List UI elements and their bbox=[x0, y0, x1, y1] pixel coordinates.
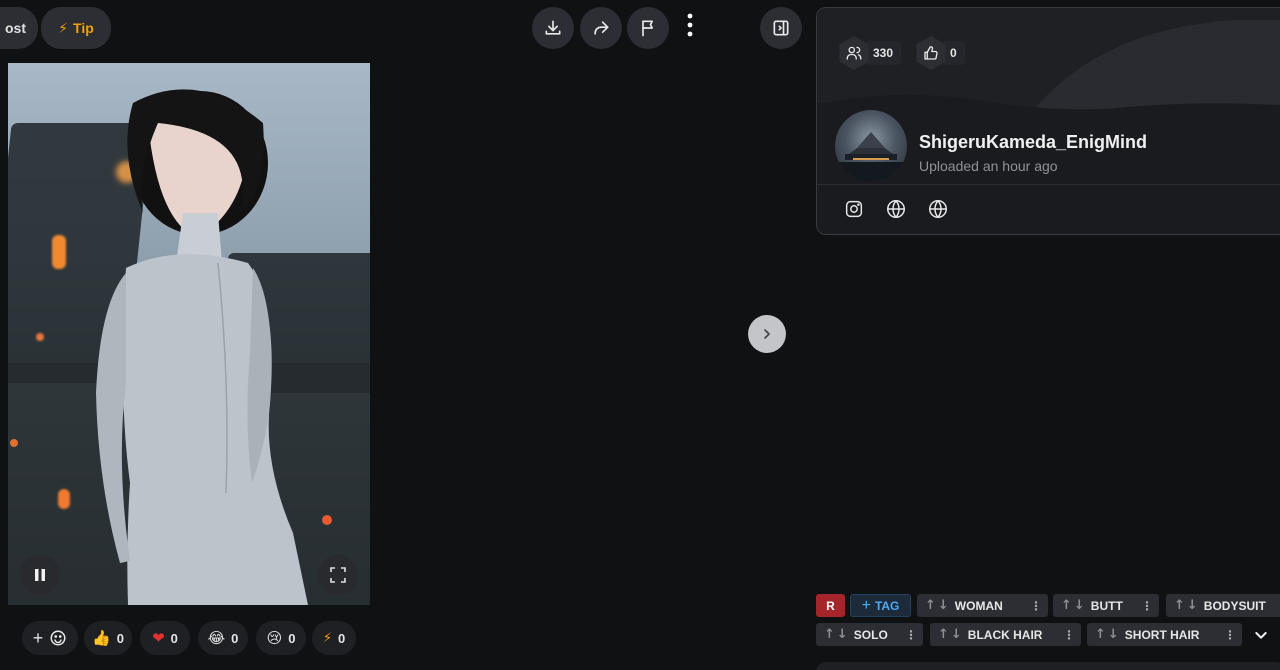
toggle-sidebar-button[interactable] bbox=[760, 7, 802, 49]
creator-username[interactable]: ShigeruKameda_EnigMind bbox=[919, 132, 1147, 153]
vote-arrows-icon[interactable]: ↑↓ bbox=[930, 627, 968, 642]
reaction-laugh[interactable]: 😂 0 bbox=[198, 621, 248, 655]
add-reaction-button[interactable]: + bbox=[22, 621, 78, 655]
pause-icon bbox=[35, 569, 45, 581]
like-count: 0 bbox=[116, 630, 124, 646]
post-label: ost bbox=[5, 20, 26, 36]
card-divider bbox=[817, 184, 1280, 185]
vote-arrows-icon[interactable]: ↑↓ bbox=[816, 627, 854, 642]
vote-arrows-icon[interactable]: ↑↓ bbox=[1087, 627, 1125, 642]
add-tag-button[interactable]: + TAG bbox=[850, 594, 911, 617]
flag-icon bbox=[642, 20, 653, 37]
vote-arrows-icon[interactable]: ↑↓ bbox=[1053, 598, 1091, 613]
tag-black-hair[interactable]: ↑↓ BLACK HAIR ⋮ bbox=[930, 623, 1081, 646]
avatar-image bbox=[835, 132, 907, 182]
laugh-count: 0 bbox=[231, 630, 239, 646]
upload-time: Uploaded an hour ago bbox=[919, 158, 1058, 174]
woman-figure bbox=[96, 89, 308, 605]
heart-count: 0 bbox=[170, 630, 178, 646]
tag-butt[interactable]: ↑↓ BUTT ⋮ bbox=[1053, 594, 1159, 617]
tag-menu-icon[interactable]: ⋮ bbox=[1057, 628, 1081, 642]
reaction-like[interactable]: 👍 0 bbox=[84, 621, 132, 655]
chevron-down-icon bbox=[1255, 632, 1267, 639]
heart-icon: ❤ bbox=[152, 628, 165, 647]
creator-card: 330 0 ShigeruKameda_EnigMind Uploaded an… bbox=[816, 7, 1280, 235]
chevron-right-icon bbox=[764, 329, 770, 339]
expand-tags-button[interactable] bbox=[1250, 624, 1272, 646]
post-image[interactable] bbox=[8, 63, 370, 605]
report-button[interactable] bbox=[627, 7, 669, 49]
instagram-icon bbox=[845, 200, 863, 218]
reaction-buzz[interactable]: ⚡ 0 bbox=[312, 621, 356, 655]
share-icon bbox=[594, 21, 609, 35]
tip-label: Tip bbox=[73, 20, 94, 36]
download-icon bbox=[545, 20, 561, 35]
post-button[interactable]: ost bbox=[0, 7, 38, 49]
fullscreen-icon bbox=[330, 567, 346, 583]
cry-count: 0 bbox=[288, 630, 296, 646]
fullscreen-button[interactable] bbox=[318, 555, 358, 595]
more-options-button[interactable] bbox=[680, 10, 700, 40]
tag-solo[interactable]: ↑↓ SOLO ⋮ bbox=[816, 623, 923, 646]
users-icon bbox=[846, 46, 862, 60]
sad-icon: 😢 bbox=[266, 628, 283, 647]
reaction-cry[interactable]: 😢 0 bbox=[256, 621, 306, 655]
tag-short-hair[interactable]: ↑↓ SHORT HAIR ⋮ bbox=[1087, 623, 1242, 646]
avatar[interactable] bbox=[835, 110, 907, 182]
share-button[interactable] bbox=[580, 7, 622, 49]
likes-stat[interactable]: 0 bbox=[914, 36, 965, 70]
reaction-heart[interactable]: ❤ 0 bbox=[140, 621, 190, 655]
bolt-icon: ⚡ bbox=[322, 630, 332, 646]
tag-menu-icon[interactable]: ⋮ bbox=[1135, 599, 1159, 613]
tip-button[interactable]: ⚡ Tip bbox=[41, 7, 111, 49]
website-link-2[interactable] bbox=[927, 198, 949, 225]
download-button[interactable] bbox=[532, 7, 574, 49]
tag-menu-icon[interactable]: ⋮ bbox=[899, 628, 923, 642]
rating-badge[interactable]: R bbox=[816, 594, 845, 617]
laugh-icon: 😂 bbox=[207, 628, 226, 647]
globe-icon bbox=[929, 200, 947, 218]
plus-icon: + bbox=[861, 596, 871, 614]
tag-menu-icon[interactable]: ⋮ bbox=[1218, 628, 1242, 642]
kebab-icon bbox=[687, 13, 693, 37]
tag-menu-icon[interactable]: ⋮ bbox=[1024, 599, 1048, 613]
vote-arrows-icon[interactable]: ↑↓ bbox=[917, 598, 955, 613]
smile-icon bbox=[50, 630, 66, 646]
instagram-link[interactable] bbox=[843, 198, 865, 225]
tag-woman[interactable]: ↑↓ WOMAN ⋮ bbox=[917, 594, 1048, 617]
website-link-1[interactable] bbox=[885, 198, 907, 225]
tag-bodysuit[interactable]: ↑↓ BODYSUIT bbox=[1166, 594, 1280, 617]
buzz-count: 0 bbox=[337, 630, 346, 646]
followers-stat[interactable]: 330 bbox=[837, 36, 902, 70]
followers-count: 330 bbox=[867, 41, 902, 65]
bolt-icon: ⚡ bbox=[58, 19, 69, 36]
bottom-panel-edge bbox=[816, 662, 1280, 670]
add-label: + bbox=[32, 627, 44, 648]
pause-button[interactable] bbox=[20, 555, 60, 595]
next-image-button[interactable] bbox=[748, 315, 786, 353]
likes-count: 0 bbox=[944, 41, 965, 65]
sidebar-icon bbox=[773, 20, 789, 36]
thumbs-up-icon: 👍 bbox=[92, 628, 111, 647]
vote-arrows-icon[interactable]: ↑↓ bbox=[1166, 598, 1204, 613]
globe-icon bbox=[887, 200, 905, 218]
thumbs-up-icon bbox=[924, 46, 938, 60]
